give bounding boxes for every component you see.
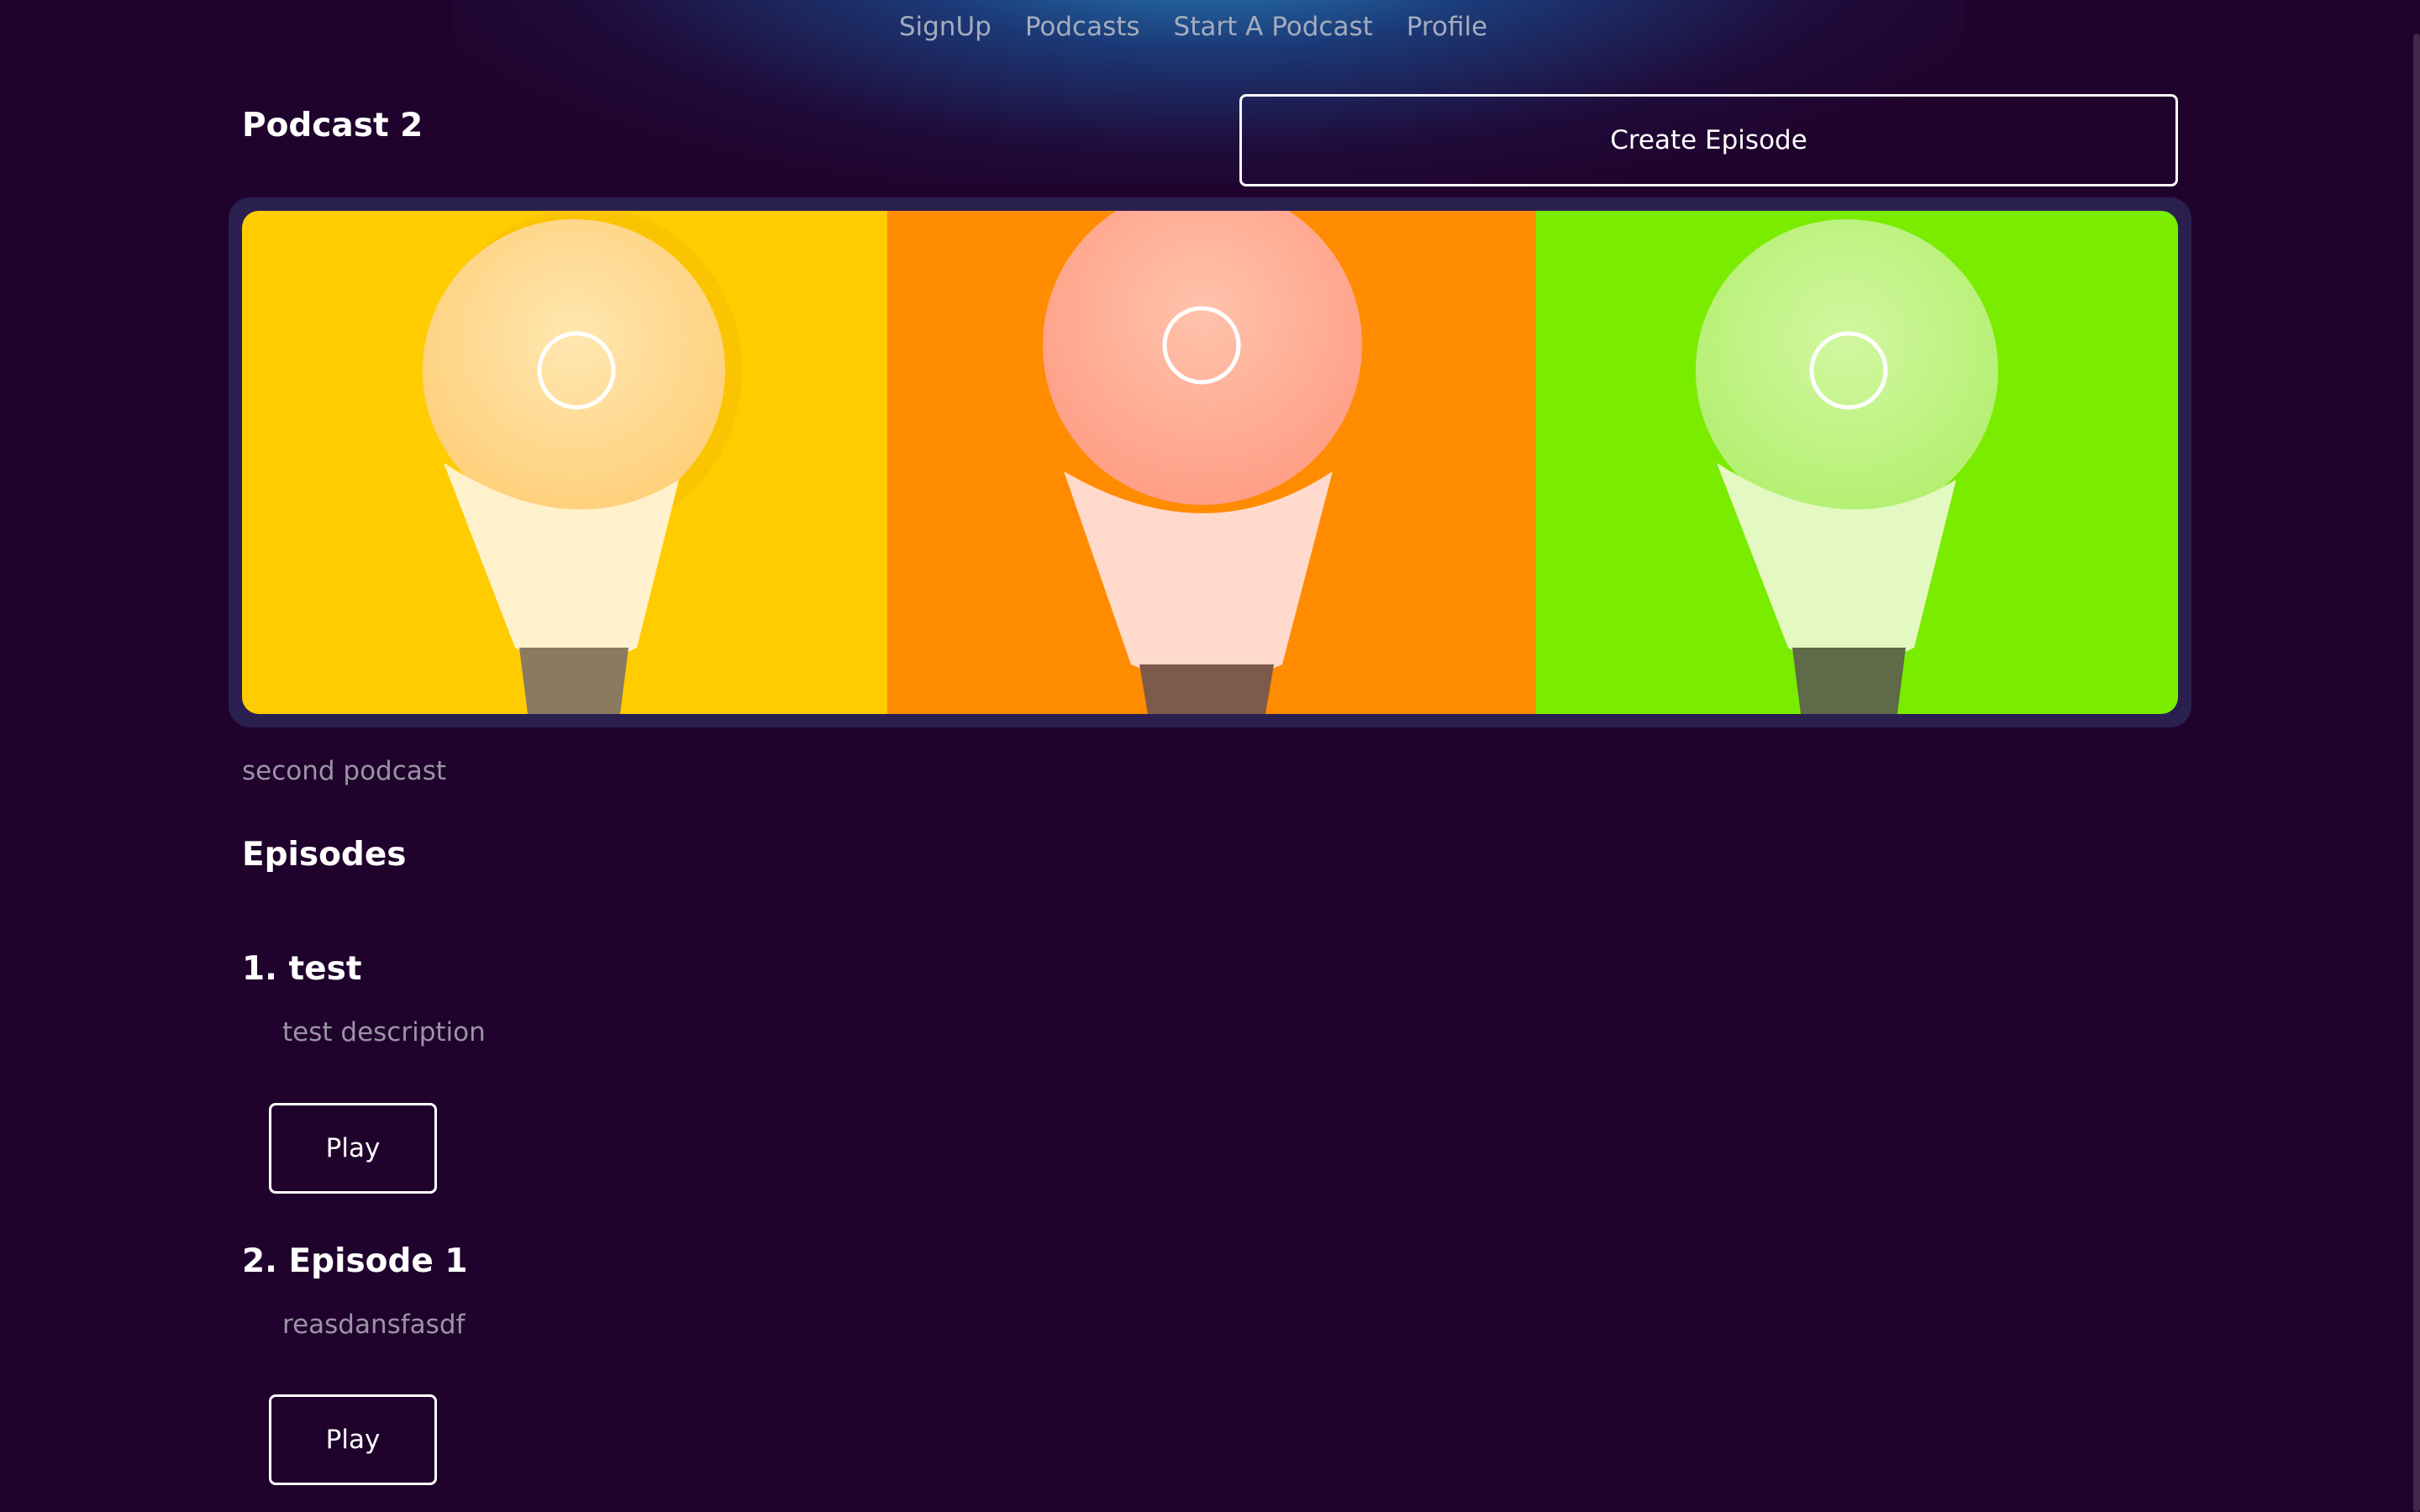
- page-scrollbar[interactable]: [2413, 34, 2420, 1512]
- nav-signup-link[interactable]: SignUp: [899, 7, 992, 47]
- nav-start-podcast-link[interactable]: Start A Podcast: [1174, 7, 1373, 47]
- episode-description: reasdansfasdf: [282, 1310, 466, 1340]
- top-nav: SignUp Podcasts Start A Podcast Profile: [0, 7, 2420, 47]
- episode-description: test description: [282, 1017, 486, 1047]
- banner-panel-orange: [887, 211, 1536, 714]
- lightbulb-icon: [1696, 219, 1998, 714]
- nav-profile-link[interactable]: Profile: [1407, 7, 1487, 47]
- podcast-banner-image: [242, 211, 2178, 714]
- episode-title: 1. test: [242, 950, 362, 988]
- banner-panel-yellow: [242, 211, 887, 714]
- create-episode-button[interactable]: Create Episode: [1239, 94, 2178, 186]
- episode-title: 2. Episode 1: [242, 1242, 468, 1280]
- nav-podcasts-link[interactable]: Podcasts: [1025, 7, 1140, 47]
- play-button[interactable]: Play: [269, 1103, 437, 1194]
- episodes-heading: Episodes: [242, 836, 407, 874]
- podcast-banner-frame: [229, 197, 2191, 727]
- play-button[interactable]: Play: [269, 1394, 437, 1485]
- podcast-description: second podcast: [242, 756, 447, 786]
- lightbulb-icon: [1043, 211, 1362, 714]
- page-title: Podcast 2: [242, 107, 424, 144]
- banner-panel-green: [1536, 211, 2178, 714]
- lightbulb-icon: [423, 211, 742, 714]
